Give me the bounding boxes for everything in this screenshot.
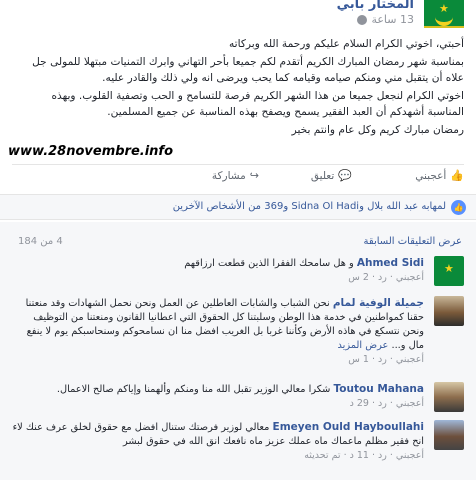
comment-meta[interactable]: أعجبني · رد · 1 س xyxy=(12,353,424,367)
post-paragraph-wishes: بمناسبة شهر رمضان المبارك الكريم أتقدم ل… xyxy=(32,56,464,84)
page-avatar[interactable]: ★ xyxy=(424,0,464,28)
comment-item: Ahmed Sidi و هل سامحك الفقرا الذين قطعت … xyxy=(12,256,464,292)
comment-content: Toutou Mahana شكرا معالي الوزير تقبل الل… xyxy=(12,382,424,411)
comments-section: عرض التعليقات السابقة 4 من 184 Ahmed Sid… xyxy=(0,222,476,480)
comment-content: Ahmed Sidi و هل سامحك الفقرا الذين قطعت … xyxy=(12,256,424,285)
comment-item: جميلة الوفية لمام نحن الشباب والشابات ال… xyxy=(12,296,464,376)
see-more-link[interactable]: عرض المزيد xyxy=(337,340,388,351)
commenter-avatar[interactable] xyxy=(434,382,464,412)
flag-crescent-icon xyxy=(435,8,453,26)
comment-bubble-icon: 💬 xyxy=(338,169,352,182)
post-author-name[interactable]: المختار بابي xyxy=(337,0,414,12)
commenter-avatar[interactable] xyxy=(434,256,464,286)
commenter-name[interactable]: Ahmed Sidi xyxy=(357,257,424,269)
like-reaction-icon: 👍 xyxy=(451,200,466,215)
reactions-summary: 👍 لمهابه عبد الله بلال وSidna Ol Hadi و3… xyxy=(0,194,476,220)
globe-icon xyxy=(357,14,368,25)
like-button[interactable]: 👍 أعجبني xyxy=(415,169,464,182)
comment-item: Emeyen Ould Hayboullahi معالي لوزير فرصت… xyxy=(12,420,464,474)
share-button[interactable]: ↪ مشاركة xyxy=(212,169,259,182)
comment-meta[interactable]: أعجبني · رد · 2 س xyxy=(12,271,424,285)
comment-text: و هل سامحك الفقرا الذين قطعت ارزاقهم xyxy=(184,258,354,269)
commenter-name[interactable]: Toutou Mahana xyxy=(334,383,424,395)
comment-button[interactable]: 💬 تعليق xyxy=(311,169,352,182)
post-paragraph-closing: رمضان مبارك كريم وكل عام وانتم بخير xyxy=(291,124,464,136)
commenter-avatar[interactable] xyxy=(434,420,464,450)
comments-count: 4 من 184 xyxy=(18,236,63,247)
share-arrow-icon: ↪ xyxy=(249,169,259,182)
comment-content: جميلة الوفية لمام نحن الشباب والشابات ال… xyxy=(12,296,424,367)
post-time-text: 13 ساعة xyxy=(371,13,414,26)
post-timestamp[interactable]: 13 ساعة xyxy=(357,13,414,26)
comment-item: Toutou Mahana شكرا معالي الوزير تقبل الل… xyxy=(12,382,464,416)
post-action-bar: 👍 أعجبني 💬 تعليق ↪ مشاركة xyxy=(12,164,464,184)
comment-meta[interactable]: أعجبني · رد · 11 د · تم تحديثه xyxy=(12,449,424,463)
site-watermark: www.28novembre.info xyxy=(8,144,174,159)
comment-content: Emeyen Ould Hayboullahi معالي لوزير فرصت… xyxy=(12,420,424,463)
view-previous-comments-link[interactable]: عرض التعليقات السابقة xyxy=(364,236,462,247)
post-header: المختار بابي 13 ساعة ★ xyxy=(0,0,476,30)
commenter-name[interactable]: Emeyen Ould Hayboullahi xyxy=(273,421,424,433)
comment-label: تعليق xyxy=(310,169,335,182)
post-body: أحبتي، اخوتي الكرام السلام عليكم ورحمة ا… xyxy=(12,36,464,140)
share-label: مشاركة xyxy=(211,169,246,182)
post-paragraph-forgiveness: اخوتي الكرام لنجعل جميعا من هذا الشهر ال… xyxy=(51,90,464,118)
commenter-avatar[interactable] xyxy=(434,296,464,326)
like-label: أعجبني xyxy=(415,169,447,182)
thumbs-up-icon: 👍 xyxy=(450,169,464,182)
commenter-name[interactable]: جميلة الوفية لمام xyxy=(333,297,424,309)
reactions-text[interactable]: لمهابه عبد الله بلال وSidna Ol Hadi و369… xyxy=(173,201,446,212)
comment-meta[interactable]: أعجبني · رد · 29 د xyxy=(12,397,424,411)
comment-text: شكرا معالي الوزير تقبل الله منا ومنكم وأ… xyxy=(56,384,331,395)
post-paragraph-greeting: أحبتي، اخوتي الكرام السلام عليكم ورحمة ا… xyxy=(229,38,464,50)
